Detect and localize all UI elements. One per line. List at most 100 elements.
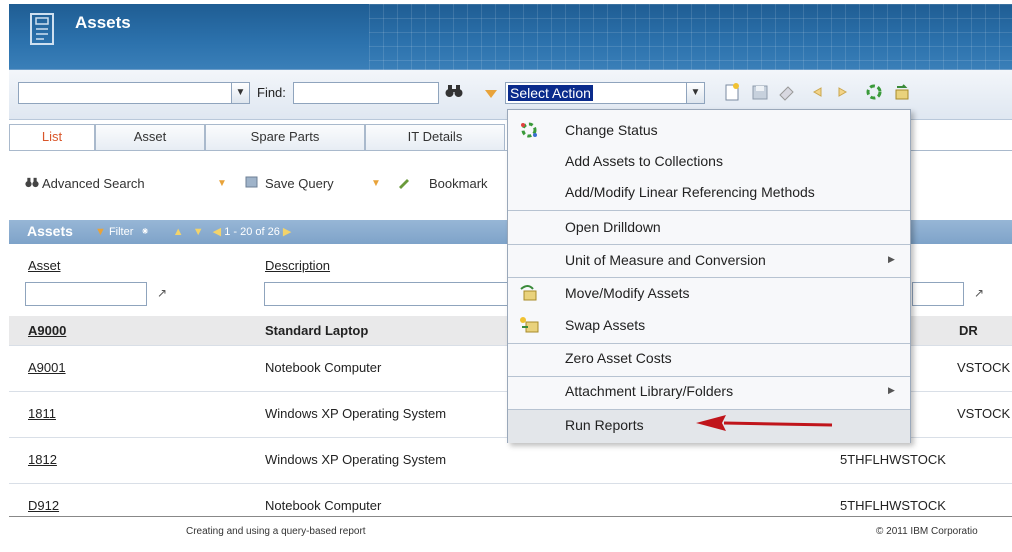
menu-separator <box>508 210 910 211</box>
menu-item-add-to-collections[interactable]: Add Assets to Collections <box>508 153 910 173</box>
move-assets-icon[interactable] <box>893 82 911 102</box>
next-record-icon[interactable] <box>835 82 853 102</box>
menu-item-label: Swap Assets <box>565 317 646 333</box>
chevron-down-icon[interactable]: ▼ <box>686 83 704 103</box>
description-cell: Windows XP Operating System <box>265 406 447 421</box>
filter-pin-icon[interactable]: ↗ <box>157 286 167 300</box>
select-action-dropdown[interactable]: Select Action ▼ <box>505 82 705 104</box>
asset-cell[interactable]: A9001 <box>28 360 66 375</box>
menu-item-label: Add/Modify Linear Referencing Methods <box>565 184 815 200</box>
bookmark-link[interactable]: Bookmark <box>429 176 488 191</box>
binoculars-icon <box>25 176 39 191</box>
new-record-icon[interactable] <box>723 82 741 102</box>
menu-item-label: Zero Asset Costs <box>565 350 672 366</box>
menu-separator <box>508 277 910 278</box>
swap-assets-icon <box>520 317 539 333</box>
menu-separator <box>508 244 910 245</box>
menu-item-change-status[interactable]: Change Status <box>508 122 910 142</box>
find-options-icon[interactable] <box>485 90 497 98</box>
chevron-down-icon[interactable]: ▼ <box>231 83 249 103</box>
submenu-arrow-icon: ▶ <box>888 254 895 264</box>
header-pattern <box>369 4 1012 70</box>
menu-separator <box>508 343 910 344</box>
menu-item-label: Add Assets to Collections <box>565 153 723 169</box>
menu-item-linear-referencing[interactable]: Add/Modify Linear Referencing Methods <box>508 184 910 204</box>
description-cell: Notebook Computer <box>265 498 382 513</box>
menu-item-label: Open Drilldown <box>565 219 661 235</box>
column-header-asset[interactable]: Asset <box>28 258 61 273</box>
asset-filter-input[interactable] <box>25 282 147 306</box>
select-action-value: Select Action <box>508 85 593 101</box>
bookmark-icon <box>397 176 411 192</box>
change-status-icon <box>521 122 537 138</box>
next-icon[interactable]: ▶ <box>283 226 291 238</box>
clear-changes-icon[interactable] <box>777 82 795 102</box>
move-assets-icon <box>520 285 537 301</box>
table-row[interactable]: D912 Notebook Computer 5THFLHWSTOCK <box>9 484 1012 516</box>
table-row[interactable]: 1812 Windows XP Operating System 5THFLHW… <box>9 438 1012 484</box>
app-title: Assets <box>75 13 131 32</box>
menu-item-move-modify-assets[interactable]: Move/Modify Assets <box>508 285 910 305</box>
assets-app-icon <box>30 13 54 45</box>
column-header-description[interactable]: Description <box>265 258 330 273</box>
next-page-icon[interactable]: ▼ <box>193 226 204 238</box>
previous-record-icon[interactable] <box>807 82 825 102</box>
change-status-icon[interactable] <box>865 82 883 102</box>
filter-pin-icon[interactable]: ↗ <box>974 286 984 300</box>
table-toolbar: ▼ Filter ⁕ ▲ ▼ ◀ 1 - 20 of 26 ▶ <box>95 225 291 238</box>
description-filter-input[interactable] <box>264 282 508 306</box>
menu-item-label: Attachment Library/Folders <box>565 383 734 399</box>
previous-icon[interactable]: ◀ <box>213 226 221 238</box>
menu-item-open-drilldown[interactable]: Open Drilldown <box>508 219 910 239</box>
tab-it-details[interactable]: IT Details <box>365 124 505 150</box>
submenu-arrow-icon: ▶ <box>888 385 895 395</box>
pagination-text: 1 - 20 of 26 <box>224 226 280 238</box>
table-title: Assets <box>27 223 73 239</box>
description-cell: Notebook Computer <box>265 360 382 375</box>
location-cell: 5THFLHWSTOCK <box>840 452 946 467</box>
tab-asset[interactable]: Asset <box>95 124 205 150</box>
app-header: Assets <box>9 4 1012 70</box>
advanced-search-link[interactable]: Advanced Search <box>42 176 145 191</box>
menu-item-swap-assets[interactable]: Swap Assets <box>508 317 910 337</box>
asset-cell[interactable]: A9000 <box>28 323 66 338</box>
menu-item-zero-asset-costs[interactable]: Zero Asset Costs <box>508 350 910 370</box>
location-cell: VSTOCK <box>957 406 1011 421</box>
description-cell: Windows XP Operating System <box>265 452 447 467</box>
menu-item-attachment-library[interactable]: Attachment Library/Folders ▶ <box>508 383 910 403</box>
previous-page-icon[interactable]: ▲ <box>173 226 184 238</box>
menu-item-label: Change Status <box>565 122 658 138</box>
chevron-down-icon[interactable]: ▼ <box>217 178 227 189</box>
find-input[interactable] <box>293 82 439 104</box>
location-cell: VSTOCK <box>957 360 1011 375</box>
asset-cell[interactable]: 1812 <box>28 452 57 467</box>
tab-spare-parts[interactable]: Spare Parts <box>205 124 365 150</box>
filter-link[interactable]: Filter <box>109 226 133 238</box>
menu-item-label: Move/Modify Assets <box>565 285 690 301</box>
binoculars-icon[interactable] <box>445 84 463 101</box>
save-icon[interactable] <box>751 82 769 102</box>
footer-caption: Creating and using a query-based report <box>186 526 366 537</box>
tab-list[interactable]: List <box>9 124 95 151</box>
chevron-down-icon[interactable]: ▼ <box>371 178 381 189</box>
annotation-arrow-icon <box>696 415 833 431</box>
location-cell: DR <box>959 323 978 338</box>
find-icon[interactable]: ⁕ <box>140 226 149 238</box>
frame-bottom-border <box>9 516 1012 517</box>
menu-item-label: Run Reports <box>565 417 644 433</box>
filter-icon[interactable]: ▼ <box>95 226 106 238</box>
save-query-icon <box>245 176 258 191</box>
third-filter-input[interactable] <box>912 282 964 306</box>
description-cell: Standard Laptop <box>265 323 369 338</box>
location-cell: 5THFLHWSTOCK <box>840 498 946 513</box>
query-select[interactable]: ▼ <box>18 82 250 104</box>
menu-separator <box>508 376 910 377</box>
save-query-link[interactable]: Save Query <box>265 176 334 191</box>
query-bar: Advanced Search ▼ Save Query ▼ Bookmark <box>9 172 509 198</box>
asset-cell[interactable]: 1811 <box>28 406 56 421</box>
select-action-menu: Change Status Add Assets to Collections … <box>507 109 911 443</box>
asset-cell[interactable]: D912 <box>28 498 59 513</box>
find-label: Find: <box>257 85 286 100</box>
menu-item-unit-of-measure[interactable]: Unit of Measure and Conversion ▶ <box>508 252 910 272</box>
menu-item-label: Unit of Measure and Conversion <box>565 252 766 268</box>
